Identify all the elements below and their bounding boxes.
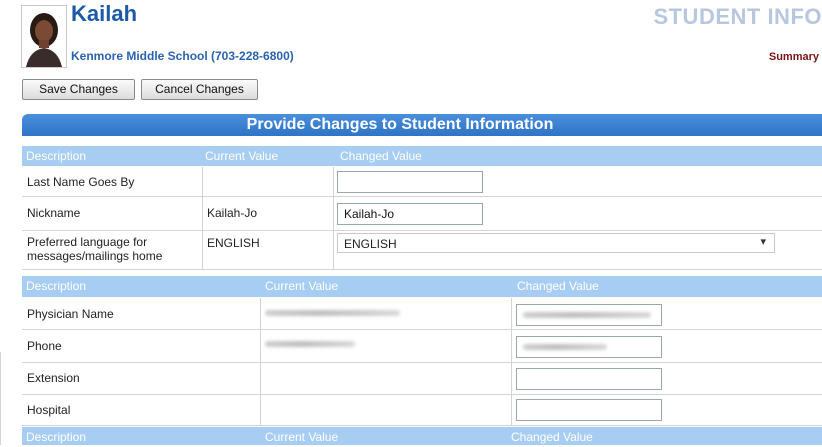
extension-field[interactable] (516, 368, 662, 390)
panel-title: Provide Changes to Student Information (22, 114, 822, 136)
column-header-changed-value: Changed Value (517, 279, 599, 293)
section2-header: Description Current Value Changed Value (22, 276, 822, 297)
save-changes-button[interactable]: Save Changes (22, 79, 135, 100)
last-name-goes-by-field[interactable] (337, 171, 483, 193)
table-row: Hospital (22, 395, 822, 426)
row-label: Last Name Goes By (27, 175, 135, 189)
table-row: Physician Name (22, 298, 822, 330)
row-current-value: ENGLISH (207, 236, 260, 250)
summary-link[interactable]: Summary (769, 51, 819, 63)
redacted-current-value (265, 341, 355, 347)
redacted-changed-value (523, 312, 651, 318)
hospital-field[interactable] (516, 399, 662, 421)
page-title: STUDENT INFO (653, 4, 822, 29)
student-info-change-panel: Provide Changes to Student Information D… (22, 114, 822, 445)
column-header-changed-value: Changed Value (340, 149, 422, 163)
physician-name-field[interactable] (516, 304, 662, 326)
selected-language: ENGLISH (344, 237, 397, 251)
table-row: Nickname Kailah-Jo (22, 197, 822, 231)
row-label: Nickname (27, 206, 81, 220)
left-border-line (0, 352, 1, 445)
column-header-description: Description (26, 149, 87, 163)
column-header-current-value: Current Value (265, 279, 339, 293)
row-label: Extension (27, 371, 80, 385)
section1-header: Description Current Value Changed Value (22, 146, 822, 166)
column-header-description: Description (26, 279, 87, 293)
column-header-description: Description (26, 430, 87, 444)
redacted-changed-value (523, 344, 607, 350)
phone-field[interactable] (516, 336, 662, 358)
table-row: Phone (22, 330, 822, 363)
row-label: Phone (27, 339, 62, 353)
nickname-field[interactable] (337, 203, 483, 225)
row-label: Hospital (27, 403, 71, 417)
school-name-phone: Kenmore Middle School (703-228-6800) (71, 49, 294, 63)
row-current-value: Kailah-Jo (207, 206, 258, 220)
student-photo (21, 5, 67, 68)
redacted-current-value (265, 310, 400, 316)
column-header-changed-value: Changed Value (511, 430, 593, 444)
chevron-down-icon: ▾ (760, 236, 766, 248)
student-name: Kailah (71, 1, 138, 26)
preferred-language-select[interactable]: ENGLISH ▾ (337, 233, 775, 253)
table-row: Last Name Goes By (22, 167, 822, 197)
table-row: Extension (22, 363, 822, 395)
row-label: Preferred language for messages/mailings… (27, 235, 163, 263)
cancel-changes-button[interactable]: Cancel Changes (141, 79, 258, 100)
column-header-current-value: Current Value (205, 149, 279, 163)
table-row: Preferred language for messages/mailings… (22, 231, 822, 270)
column-header-current-value: Current Value (265, 430, 339, 444)
row-label: Physician Name (27, 307, 114, 321)
section3-header: Description Current Value Changed Value (22, 427, 822, 445)
